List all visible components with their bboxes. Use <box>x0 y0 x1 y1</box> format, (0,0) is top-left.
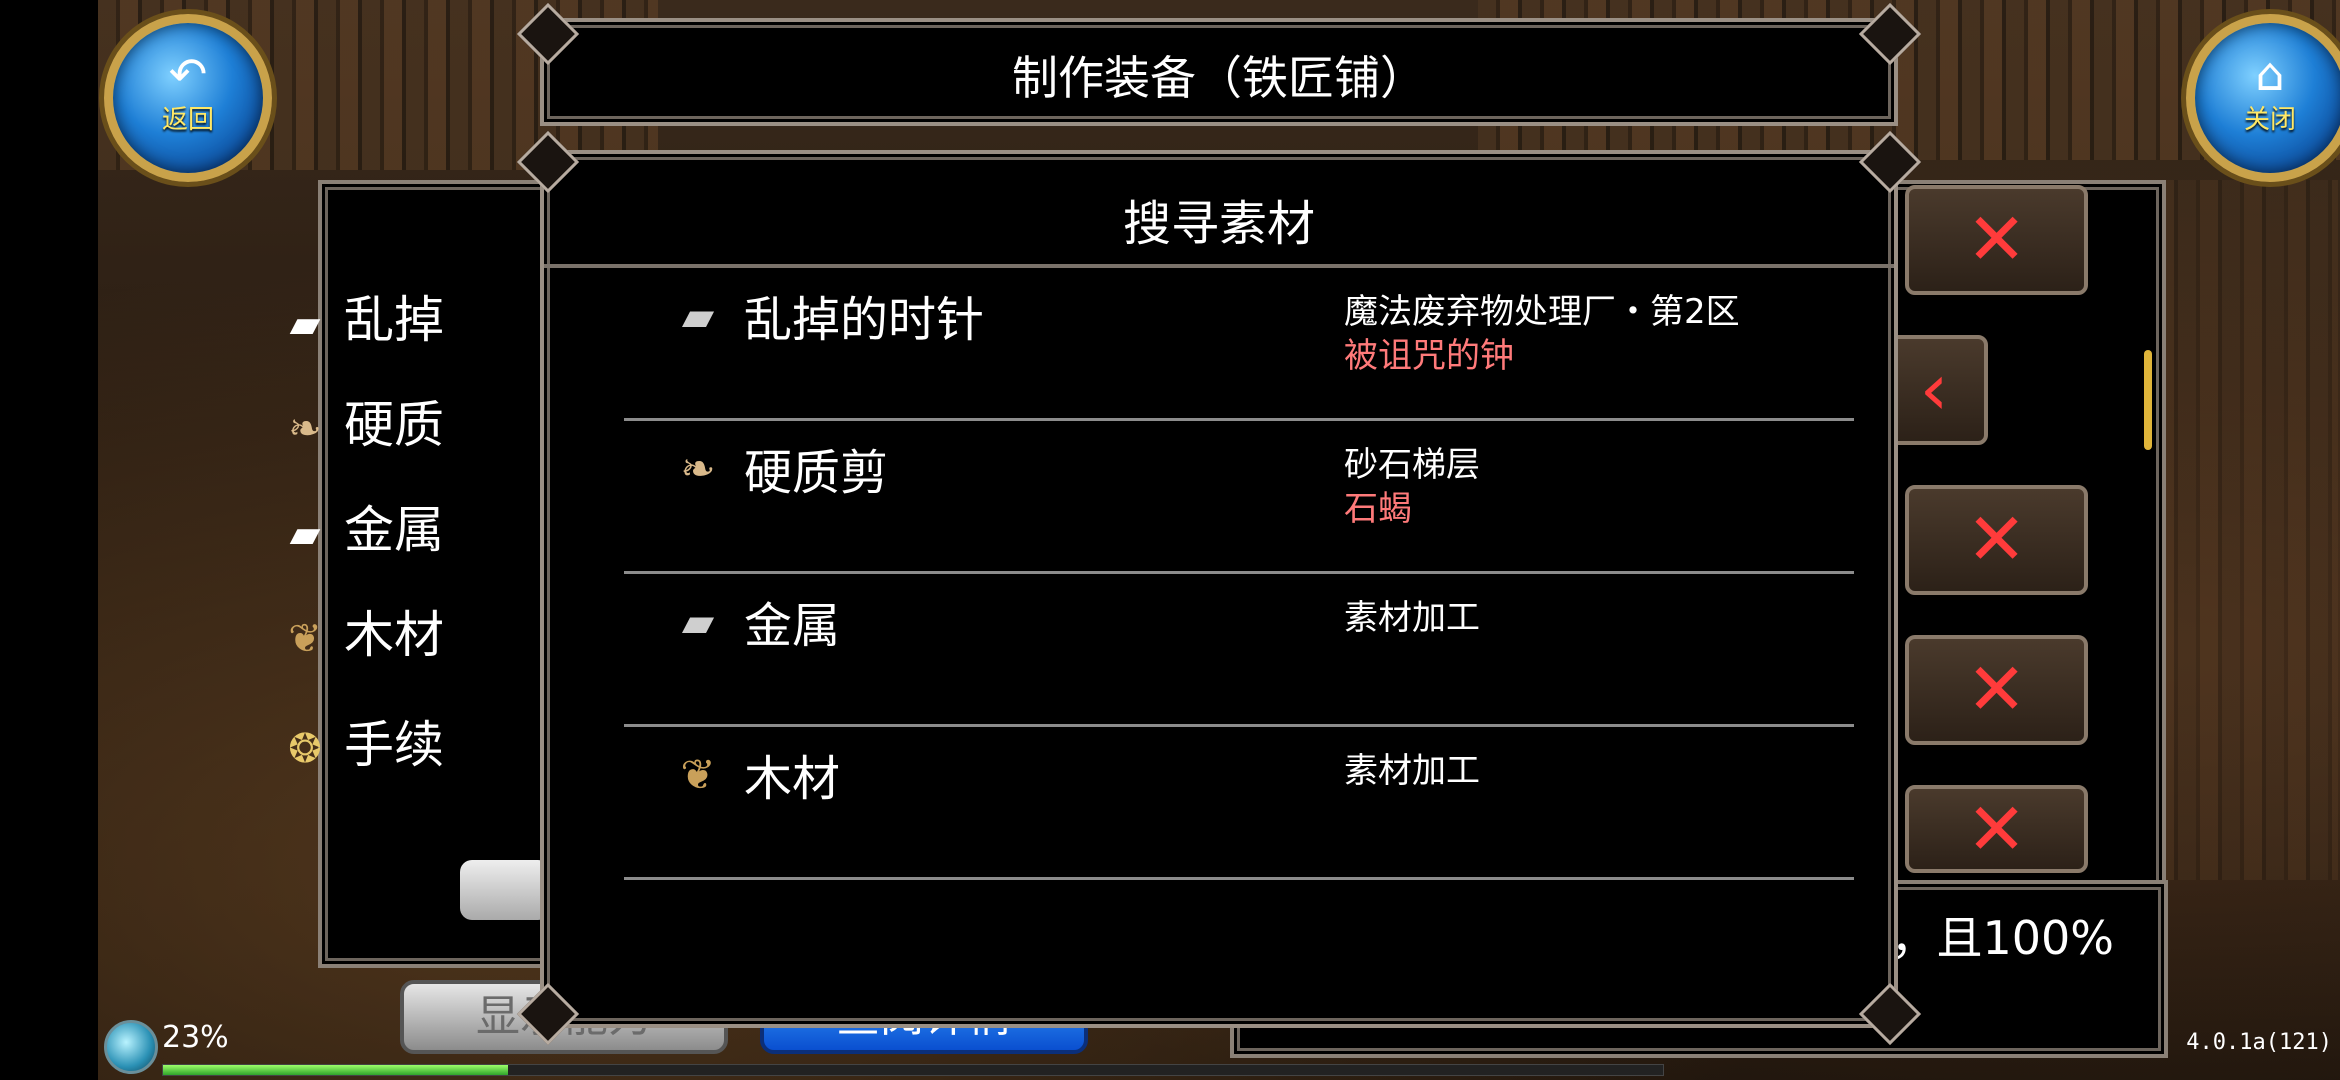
bg-material-item: ❂ 手续 <box>280 705 444 777</box>
claw-icon: ❧ <box>680 444 716 493</box>
status-percent: 23% <box>162 1020 229 1055</box>
close-button[interactable]: ⌂ 关闭 <box>2186 14 2340 182</box>
material-location: 素材加工 <box>1344 751 1480 791</box>
metal-ingot-icon: ▰ <box>681 291 715 340</box>
coins-icon: ❂ <box>288 726 322 772</box>
back-button[interactable]: ↶ 返回 <box>104 14 272 182</box>
wood-log-icon: ❦ <box>288 616 322 662</box>
close-button-label: 关闭 <box>2243 105 2296 135</box>
version-label: 4.0.1a(121) <box>2186 1030 2332 1055</box>
metal-ingot-icon: ▰ <box>289 511 321 557</box>
search-material-dialog: 搜寻素材 ▰ 乱掉的时针 魔法废弃物处理厂・第2区 被诅咒的钟 ❧ 硬质剪 砂石… <box>540 150 1898 1028</box>
dialog-header: 搜寻素材 <box>544 154 1894 268</box>
material-name: 乱掉的时针 <box>744 292 985 348</box>
material-name: 硬质剪 <box>744 445 889 501</box>
wood-log-icon: ❦ <box>680 750 716 799</box>
material-row[interactable]: ▰ 金属 素材加工 <box>624 574 1854 727</box>
claw-icon: ❧ <box>288 406 322 452</box>
material-location: 砂石梯层 <box>1344 445 1480 485</box>
metal-ingot-icon: ▰ <box>289 301 321 347</box>
metal-ingot-icon: ▰ <box>681 597 715 646</box>
remove-button[interactable]: ✕ <box>1905 785 2088 873</box>
material-row[interactable]: ❧ 硬质剪 砂石梯层 石蝎 <box>624 421 1854 574</box>
material-location: 魔法废弃物处理厂・第2区 <box>1344 292 1740 332</box>
material-source: 被诅咒的钟 <box>1344 336 1514 376</box>
remove-button[interactable]: ✕ <box>1905 185 2088 295</box>
home-icon: ⌂ <box>2255 47 2285 101</box>
info-text: ，且100% <box>1890 911 2114 965</box>
material-source: 石蝎 <box>1344 489 1412 529</box>
material-row[interactable]: ▰ 乱掉的时针 魔法废弃物处理厂・第2区 被诅咒的钟 <box>624 268 1854 421</box>
remove-button[interactable]: ✕ <box>1905 635 2088 745</box>
bg-material-item: ❧ 硬质 <box>280 385 444 457</box>
material-name: 金属 <box>744 598 841 654</box>
bg-material-item: ❦ 木材 <box>280 595 444 667</box>
dialog-title: 搜寻素材 <box>1122 196 1315 252</box>
material-location: 素材加工 <box>1344 598 1480 638</box>
bg-button[interactable] <box>460 860 550 920</box>
bg-material-item: ▰ 乱掉 <box>280 280 444 352</box>
scrollbar[interactable] <box>2144 350 2152 450</box>
progress-bar <box>162 1064 1664 1076</box>
page-title: 制作装备（铁匠铺） <box>1012 51 1426 105</box>
title-bar: 制作装备（铁匠铺） <box>540 18 1898 126</box>
material-name: 木材 <box>744 751 841 807</box>
back-arrow-icon: ↶ <box>168 47 208 101</box>
energy-orb-icon <box>104 1020 158 1074</box>
back-button-label: 返回 <box>161 105 214 135</box>
material-row[interactable]: ❦ 木材 素材加工 <box>624 727 1854 880</box>
bg-material-item: ▰ 金属 <box>280 490 444 562</box>
remove-button[interactable]: ✕ <box>1905 485 2088 595</box>
progress-fill <box>163 1065 508 1075</box>
